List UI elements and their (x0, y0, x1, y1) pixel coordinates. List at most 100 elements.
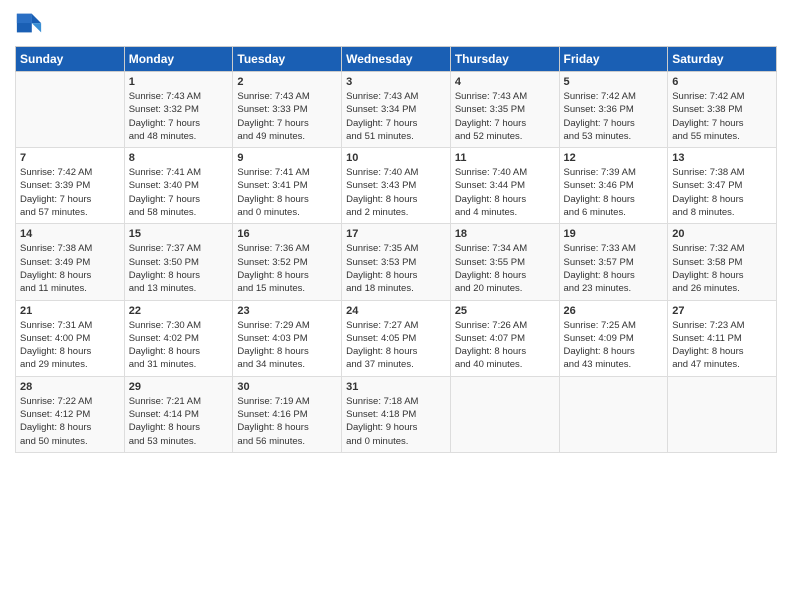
header-day-saturday: Saturday (668, 47, 777, 72)
calendar-table: SundayMondayTuesdayWednesdayThursdayFrid… (15, 46, 777, 453)
cell-content: Sunrise: 7:29 AM Sunset: 4:03 PM Dayligh… (237, 319, 337, 372)
cell-1-3: 10 Sunrise: 7:40 AM Sunset: 3:43 PM Dayli… (342, 148, 451, 224)
cell-content: Sunrise: 7:31 AM Sunset: 4:00 PM Dayligh… (20, 319, 120, 372)
day-number: 28 (20, 381, 120, 393)
day-number: 5 (564, 76, 664, 88)
day-number: 15 (129, 228, 229, 240)
cell-content: Sunrise: 7:27 AM Sunset: 4:05 PM Dayligh… (346, 319, 446, 372)
cell-content: Sunrise: 7:18 AM Sunset: 4:18 PM Dayligh… (346, 395, 446, 448)
cell-4-0: 28Sunrise: 7:22 AM Sunset: 4:12 PM Dayli… (16, 376, 125, 452)
cell-content: Sunrise: 7:37 AM Sunset: 3:50 PM Dayligh… (129, 242, 229, 295)
cell-content: Sunrise: 7:23 AM Sunset: 4:11 PM Dayligh… (672, 319, 772, 372)
day-number: 4 (455, 76, 555, 88)
day-number: 20 (672, 228, 772, 240)
day-number: 8 (129, 152, 229, 164)
cell-4-2: 30 Sunrise: 7:19 AM Sunset: 4:16 PM Dayli… (233, 376, 342, 452)
cell-content: Sunrise: 7:40 AM Sunset: 3:44 PM Dayligh… (455, 166, 555, 219)
cell-content: Sunrise: 7:19 AM Sunset: 4:16 PM Dayligh… (237, 395, 337, 448)
cell-2-1: 15 Sunrise: 7:37 AM Sunset: 3:50 PM Dayli… (124, 224, 233, 300)
cell-content: Sunrise: 7:36 AM Sunset: 3:52 PM Dayligh… (237, 242, 337, 295)
header-day-sunday: Sunday (16, 47, 125, 72)
day-number: 10 (346, 152, 446, 164)
day-number: 22 (129, 305, 229, 317)
cell-0-0 (16, 72, 125, 148)
cell-2-0: 14 Sunrise: 7:38 AM Sunset: 3:49 PM Dayli… (16, 224, 125, 300)
week-row-2: 14 Sunrise: 7:38 AM Sunset: 3:49 PM Dayli… (16, 224, 777, 300)
cell-0-6: 6 Sunrise: 7:42 AM Sunset: 3:38 PM Daylig… (668, 72, 777, 148)
cell-0-1: 1 Sunrise: 7:43 AM Sunset: 3:32 PM Daylig… (124, 72, 233, 148)
cell-3-1: 22Sunrise: 7:30 AM Sunset: 4:02 PM Dayli… (124, 300, 233, 376)
day-number: 6 (672, 76, 772, 88)
cell-content: Sunrise: 7:42 AM Sunset: 3:39 PM Dayligh… (20, 166, 120, 219)
day-number: 23 (237, 305, 337, 317)
day-number: 31 (346, 381, 446, 393)
header (15, 10, 777, 38)
cell-4-1: 29Sunrise: 7:21 AM Sunset: 4:14 PM Dayli… (124, 376, 233, 452)
header-row: SundayMondayTuesdayWednesdayThursdayFrid… (16, 47, 777, 72)
week-row-3: 21 Sunrise: 7:31 AM Sunset: 4:00 PM Dayli… (16, 300, 777, 376)
cell-4-4 (450, 376, 559, 452)
cell-content: Sunrise: 7:40 AM Sunset: 3:43 PM Dayligh… (346, 166, 446, 219)
day-number: 1 (129, 76, 229, 88)
cell-1-2: 9 Sunrise: 7:41 AM Sunset: 3:41 PM Daylig… (233, 148, 342, 224)
header-day-thursday: Thursday (450, 47, 559, 72)
cell-1-1: 8Sunrise: 7:41 AM Sunset: 3:40 PM Daylig… (124, 148, 233, 224)
header-day-monday: Monday (124, 47, 233, 72)
week-row-4: 28Sunrise: 7:22 AM Sunset: 4:12 PM Dayli… (16, 376, 777, 452)
week-row-0: 1 Sunrise: 7:43 AM Sunset: 3:32 PM Daylig… (16, 72, 777, 148)
cell-1-6: 13Sunrise: 7:38 AM Sunset: 3:47 PM Dayli… (668, 148, 777, 224)
cell-0-5: 5Sunrise: 7:42 AM Sunset: 3:36 PM Daylig… (559, 72, 668, 148)
cell-content: Sunrise: 7:39 AM Sunset: 3:46 PM Dayligh… (564, 166, 664, 219)
day-number: 16 (237, 228, 337, 240)
day-number: 11 (455, 152, 555, 164)
logo-icon (15, 10, 43, 38)
day-number: 2 (237, 76, 337, 88)
cell-0-4: 4 Sunrise: 7:43 AM Sunset: 3:35 PM Daylig… (450, 72, 559, 148)
cell-1-4: 11 Sunrise: 7:40 AM Sunset: 3:44 PM Dayli… (450, 148, 559, 224)
day-number: 25 (455, 305, 555, 317)
cell-content: Sunrise: 7:25 AM Sunset: 4:09 PM Dayligh… (564, 319, 664, 372)
day-number: 3 (346, 76, 446, 88)
header-day-friday: Friday (559, 47, 668, 72)
cell-4-5 (559, 376, 668, 452)
day-number: 13 (672, 152, 772, 164)
cell-content: Sunrise: 7:33 AM Sunset: 3:57 PM Dayligh… (564, 242, 664, 295)
cell-content: Sunrise: 7:34 AM Sunset: 3:55 PM Dayligh… (455, 242, 555, 295)
day-number: 30 (237, 381, 337, 393)
header-day-wednesday: Wednesday (342, 47, 451, 72)
cell-content: Sunrise: 7:35 AM Sunset: 3:53 PM Dayligh… (346, 242, 446, 295)
cell-content: Sunrise: 7:32 AM Sunset: 3:58 PM Dayligh… (672, 242, 772, 295)
day-number: 21 (20, 305, 120, 317)
cell-2-6: 20 Sunrise: 7:32 AM Sunset: 3:58 PM Dayli… (668, 224, 777, 300)
cell-content: Sunrise: 7:43 AM Sunset: 3:32 PM Dayligh… (129, 90, 229, 143)
day-number: 14 (20, 228, 120, 240)
day-number: 27 (672, 305, 772, 317)
cell-content: Sunrise: 7:43 AM Sunset: 3:35 PM Dayligh… (455, 90, 555, 143)
day-number: 9 (237, 152, 337, 164)
day-number: 7 (20, 152, 120, 164)
cell-0-2: 2 Sunrise: 7:43 AM Sunset: 3:33 PM Daylig… (233, 72, 342, 148)
day-number: 12 (564, 152, 664, 164)
cell-content: Sunrise: 7:41 AM Sunset: 3:41 PM Dayligh… (237, 166, 337, 219)
cell-3-6: 27 Sunrise: 7:23 AM Sunset: 4:11 PM Dayli… (668, 300, 777, 376)
cell-0-3: 3 Sunrise: 7:43 AM Sunset: 3:34 PM Daylig… (342, 72, 451, 148)
cell-4-6 (668, 376, 777, 452)
cell-content: Sunrise: 7:43 AM Sunset: 3:34 PM Dayligh… (346, 90, 446, 143)
cell-3-0: 21 Sunrise: 7:31 AM Sunset: 4:00 PM Dayli… (16, 300, 125, 376)
cell-3-3: 24Sunrise: 7:27 AM Sunset: 4:05 PM Dayli… (342, 300, 451, 376)
cell-3-2: 23 Sunrise: 7:29 AM Sunset: 4:03 PM Dayli… (233, 300, 342, 376)
day-number: 18 (455, 228, 555, 240)
cell-1-5: 12 Sunrise: 7:39 AM Sunset: 3:46 PM Dayli… (559, 148, 668, 224)
header-day-tuesday: Tuesday (233, 47, 342, 72)
cell-2-2: 16 Sunrise: 7:36 AM Sunset: 3:52 PM Dayli… (233, 224, 342, 300)
cell-content: Sunrise: 7:42 AM Sunset: 3:38 PM Dayligh… (672, 90, 772, 143)
cell-content: Sunrise: 7:38 AM Sunset: 3:49 PM Dayligh… (20, 242, 120, 295)
cell-2-3: 17Sunrise: 7:35 AM Sunset: 3:53 PM Dayli… (342, 224, 451, 300)
cell-3-4: 25 Sunrise: 7:26 AM Sunset: 4:07 PM Dayli… (450, 300, 559, 376)
cell-content: Sunrise: 7:43 AM Sunset: 3:33 PM Dayligh… (237, 90, 337, 143)
cell-2-4: 18 Sunrise: 7:34 AM Sunset: 3:55 PM Dayli… (450, 224, 559, 300)
week-row-1: 7 Sunrise: 7:42 AM Sunset: 3:39 PM Daylig… (16, 148, 777, 224)
cell-content: Sunrise: 7:26 AM Sunset: 4:07 PM Dayligh… (455, 319, 555, 372)
page: SundayMondayTuesdayWednesdayThursdayFrid… (0, 0, 792, 612)
cell-1-0: 7 Sunrise: 7:42 AM Sunset: 3:39 PM Daylig… (16, 148, 125, 224)
